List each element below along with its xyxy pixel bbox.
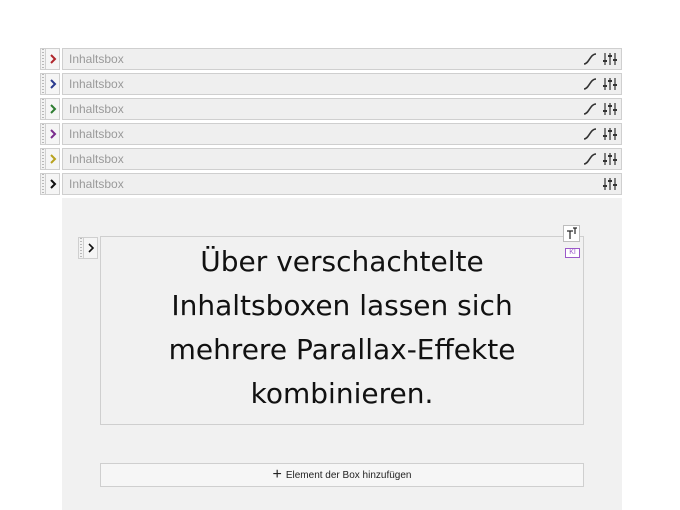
expand-toggle[interactable]: [84, 237, 98, 259]
content-box-bar[interactable]: Inhaltsbox: [62, 48, 622, 70]
expand-toggle[interactable]: [46, 148, 60, 170]
content-box-bar[interactable]: Inhaltsbox: [62, 173, 622, 195]
chevron-right-icon: [49, 154, 56, 164]
content-box-row: Inhaltsbox: [40, 148, 622, 170]
content-box-label: Inhaltsbox: [69, 77, 124, 91]
expand-toggle[interactable]: [46, 98, 60, 120]
parallax-curve-icon[interactable]: [583, 78, 597, 90]
content-box-row: Inhaltsbox: [40, 173, 622, 195]
sliders-icon[interactable]: [603, 52, 617, 66]
text-format-button[interactable]: [563, 225, 580, 242]
sliders-icon[interactable]: [603, 127, 617, 141]
sliders-icon[interactable]: [603, 152, 617, 166]
content-box-label: Inhaltsbox: [69, 177, 124, 191]
content-box-label: Inhaltsbox: [69, 127, 124, 141]
plus-icon: +: [272, 466, 282, 483]
content-box-row: Inhaltsbox: [40, 73, 622, 95]
chevron-right-icon: [49, 129, 56, 139]
add-element-button[interactable]: + Element der Box hinzufügen: [100, 463, 584, 487]
expand-toggle[interactable]: [46, 73, 60, 95]
parallax-curve-icon[interactable]: [583, 53, 597, 65]
chevron-right-icon: [49, 54, 56, 64]
expand-toggle[interactable]: [46, 48, 60, 70]
content-line: Über verschachtelte: [200, 245, 484, 278]
sliders-icon[interactable]: [603, 77, 617, 91]
expand-toggle[interactable]: [46, 123, 60, 145]
content-box-bar[interactable]: Inhaltsbox: [62, 98, 622, 120]
chevron-right-icon: [49, 104, 56, 114]
content-line: kombinieren.: [250, 377, 434, 410]
ki-badge[interactable]: KI: [565, 248, 580, 258]
chevron-right-icon: [49, 79, 56, 89]
content-text[interactable]: Über verschachtelte Inhaltsboxen lassen …: [100, 240, 584, 416]
content-box-row: Inhaltsbox: [40, 48, 622, 70]
content-line: Inhaltsboxen lassen sich: [171, 289, 513, 322]
content-box-row: Inhaltsbox: [40, 98, 622, 120]
sliders-icon[interactable]: [603, 102, 617, 116]
expand-toggle[interactable]: [46, 173, 60, 195]
text-format-icon: [566, 227, 577, 239]
sliders-icon[interactable]: [603, 177, 617, 191]
parallax-curve-icon[interactable]: [583, 103, 597, 115]
content-box-label: Inhaltsbox: [69, 102, 124, 116]
content-box-list: Inhaltsbox Inhaltsbox Inhaltsbox Inhalts…: [40, 48, 622, 198]
nested-box-controls: [78, 237, 98, 259]
parallax-curve-icon[interactable]: [583, 153, 597, 165]
content-box-bar[interactable]: Inhaltsbox: [62, 73, 622, 95]
content-line: mehrere Parallax-Effekte: [168, 333, 516, 366]
add-element-label: Element der Box hinzufügen: [285, 469, 412, 481]
content-box-label: Inhaltsbox: [69, 52, 124, 66]
chevron-right-icon: [87, 243, 94, 253]
parallax-curve-icon[interactable]: [583, 128, 597, 140]
chevron-right-icon: [49, 179, 56, 189]
content-box-label: Inhaltsbox: [69, 152, 124, 166]
content-box-bar[interactable]: Inhaltsbox: [62, 123, 622, 145]
content-box-bar[interactable]: Inhaltsbox: [62, 148, 622, 170]
content-box-row: Inhaltsbox: [40, 123, 622, 145]
